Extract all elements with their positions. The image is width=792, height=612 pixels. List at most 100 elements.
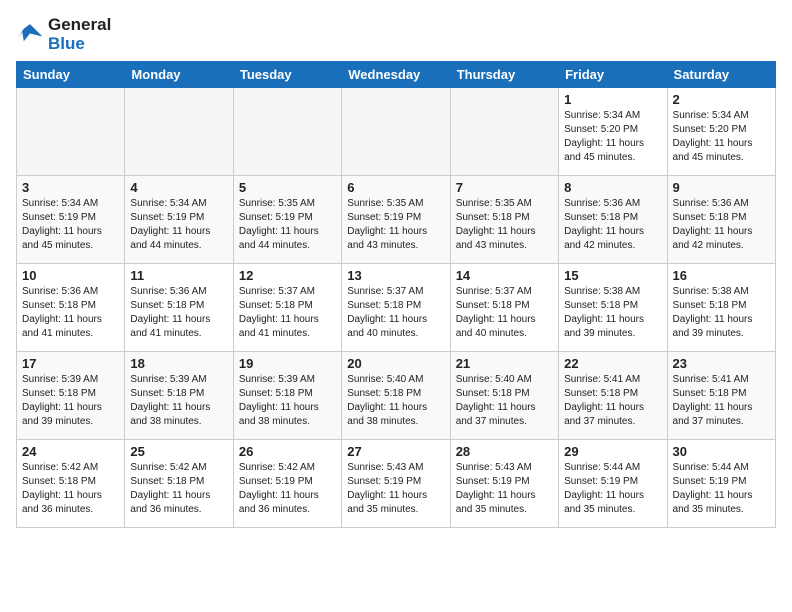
- calendar-cell: 30 Sunrise: 5:44 AM Sunset: 5:19 PM Dayli…: [667, 440, 775, 528]
- calendar-cell: 16 Sunrise: 5:38 AM Sunset: 5:18 PM Dayli…: [667, 264, 775, 352]
- day-info: Sunrise: 5:39 AM Sunset: 5:18 PM Dayligh…: [22, 373, 119, 429]
- day-info: Sunrise: 5:35 AM Sunset: 5:18 PM Dayligh…: [456, 197, 553, 253]
- calendar-cell: 10 Sunrise: 5:36 AM Sunset: 5:18 PM Dayli…: [17, 264, 125, 352]
- weekday-header-thursday: Thursday: [450, 62, 558, 88]
- calendar-cell: 11Sunrise: 5:36 AM Sunset: 5:18 PM Dayli…: [125, 264, 233, 352]
- day-number: 10: [22, 268, 119, 283]
- calendar-cell: [125, 88, 233, 176]
- day-number: 24: [22, 444, 119, 459]
- calendar-cell: [450, 88, 558, 176]
- day-number: 12: [239, 268, 336, 283]
- calendar-cell: 12 Sunrise: 5:37 AM Sunset: 5:18 PM Dayli…: [233, 264, 341, 352]
- day-number: 7: [456, 180, 553, 195]
- day-info: Sunrise: 5:37 AM Sunset: 5:18 PM Dayligh…: [347, 285, 444, 341]
- day-number: 28: [456, 444, 553, 459]
- day-info: Sunrise: 5:38 AM Sunset: 5:18 PM Dayligh…: [564, 285, 661, 341]
- day-info: Sunrise: 5:36 AM Sunset: 5:18 PM Dayligh…: [22, 285, 119, 341]
- logo-icon: [16, 21, 44, 49]
- day-number: 13: [347, 268, 444, 283]
- logo: General Blue: [16, 16, 111, 53]
- calendar-cell: 28 Sunrise: 5:43 AM Sunset: 5:19 PM Dayli…: [450, 440, 558, 528]
- day-number: 2: [673, 92, 770, 107]
- day-info: Sunrise: 5:38 AM Sunset: 5:18 PM Dayligh…: [673, 285, 770, 341]
- day-info: Sunrise: 5:37 AM Sunset: 5:18 PM Dayligh…: [239, 285, 336, 341]
- calendar-cell: 27 Sunrise: 5:43 AM Sunset: 5:19 PM Dayli…: [342, 440, 450, 528]
- day-info: Sunrise: 5:42 AM Sunset: 5:18 PM Dayligh…: [130, 461, 227, 517]
- day-number: 11: [130, 268, 227, 283]
- calendar-cell: 17 Sunrise: 5:39 AM Sunset: 5:18 PM Dayli…: [17, 352, 125, 440]
- day-number: 21: [456, 356, 553, 371]
- day-info: Sunrise: 5:40 AM Sunset: 5:18 PM Dayligh…: [347, 373, 444, 429]
- day-number: 15: [564, 268, 661, 283]
- calendar-table: SundayMondayTuesdayWednesdayThursdayFrid…: [16, 61, 776, 528]
- day-info: Sunrise: 5:34 AM Sunset: 5:20 PM Dayligh…: [673, 109, 770, 165]
- calendar-cell: [17, 88, 125, 176]
- day-info: Sunrise: 5:44 AM Sunset: 5:19 PM Dayligh…: [673, 461, 770, 517]
- day-number: 9: [673, 180, 770, 195]
- day-number: 3: [22, 180, 119, 195]
- day-info: Sunrise: 5:40 AM Sunset: 5:18 PM Dayligh…: [456, 373, 553, 429]
- day-number: 14: [456, 268, 553, 283]
- weekday-header-wednesday: Wednesday: [342, 62, 450, 88]
- calendar-cell: 24 Sunrise: 5:42 AM Sunset: 5:18 PM Dayli…: [17, 440, 125, 528]
- day-info: Sunrise: 5:41 AM Sunset: 5:18 PM Dayligh…: [564, 373, 661, 429]
- day-number: 30: [673, 444, 770, 459]
- day-info: Sunrise: 5:34 AM Sunset: 5:19 PM Dayligh…: [130, 197, 227, 253]
- day-info: Sunrise: 5:36 AM Sunset: 5:18 PM Dayligh…: [673, 197, 770, 253]
- calendar-cell: 2 Sunrise: 5:34 AM Sunset: 5:20 PM Daylig…: [667, 88, 775, 176]
- calendar-cell: 8 Sunrise: 5:36 AM Sunset: 5:18 PM Daylig…: [559, 176, 667, 264]
- calendar-cell: 18Sunrise: 5:39 AM Sunset: 5:18 PM Dayli…: [125, 352, 233, 440]
- calendar-cell: 6 Sunrise: 5:35 AM Sunset: 5:19 PM Daylig…: [342, 176, 450, 264]
- day-number: 20: [347, 356, 444, 371]
- calendar-cell: [233, 88, 341, 176]
- day-number: 29: [564, 444, 661, 459]
- day-number: 6: [347, 180, 444, 195]
- day-info: Sunrise: 5:43 AM Sunset: 5:19 PM Dayligh…: [347, 461, 444, 517]
- calendar-cell: 13 Sunrise: 5:37 AM Sunset: 5:18 PM Dayli…: [342, 264, 450, 352]
- day-number: 25: [130, 444, 227, 459]
- day-number: 1: [564, 92, 661, 107]
- day-info: Sunrise: 5:36 AM Sunset: 5:18 PM Dayligh…: [564, 197, 661, 253]
- calendar-cell: 5Sunrise: 5:35 AM Sunset: 5:19 PM Daylig…: [233, 176, 341, 264]
- day-number: 19: [239, 356, 336, 371]
- calendar-cell: 21 Sunrise: 5:40 AM Sunset: 5:18 PM Dayli…: [450, 352, 558, 440]
- calendar-cell: 23 Sunrise: 5:41 AM Sunset: 5:18 PM Dayli…: [667, 352, 775, 440]
- calendar-cell: 3 Sunrise: 5:34 AM Sunset: 5:19 PM Daylig…: [17, 176, 125, 264]
- weekday-header-friday: Friday: [559, 62, 667, 88]
- day-number: 16: [673, 268, 770, 283]
- calendar-cell: 19 Sunrise: 5:39 AM Sunset: 5:18 PM Dayli…: [233, 352, 341, 440]
- weekday-header-monday: Monday: [125, 62, 233, 88]
- day-info: Sunrise: 5:34 AM Sunset: 5:20 PM Dayligh…: [564, 109, 661, 165]
- day-info: Sunrise: 5:35 AM Sunset: 5:19 PM Dayligh…: [347, 197, 444, 253]
- weekday-header-saturday: Saturday: [667, 62, 775, 88]
- calendar-cell: 29 Sunrise: 5:44 AM Sunset: 5:19 PM Dayli…: [559, 440, 667, 528]
- weekday-header-tuesday: Tuesday: [233, 62, 341, 88]
- calendar-cell: 14 Sunrise: 5:37 AM Sunset: 5:18 PM Dayli…: [450, 264, 558, 352]
- day-number: 27: [347, 444, 444, 459]
- day-number: 8: [564, 180, 661, 195]
- day-number: 17: [22, 356, 119, 371]
- calendar-cell: 26 Sunrise: 5:42 AM Sunset: 5:19 PM Dayli…: [233, 440, 341, 528]
- day-info: Sunrise: 5:34 AM Sunset: 5:19 PM Dayligh…: [22, 197, 119, 253]
- day-number: 26: [239, 444, 336, 459]
- day-info: Sunrise: 5:37 AM Sunset: 5:18 PM Dayligh…: [456, 285, 553, 341]
- day-info: Sunrise: 5:39 AM Sunset: 5:18 PM Dayligh…: [239, 373, 336, 429]
- day-info: Sunrise: 5:44 AM Sunset: 5:19 PM Dayligh…: [564, 461, 661, 517]
- calendar-cell: 15 Sunrise: 5:38 AM Sunset: 5:18 PM Dayli…: [559, 264, 667, 352]
- day-number: 4: [130, 180, 227, 195]
- day-info: Sunrise: 5:43 AM Sunset: 5:19 PM Dayligh…: [456, 461, 553, 517]
- page-header: General Blue: [16, 16, 776, 53]
- day-number: 22: [564, 356, 661, 371]
- day-number: 23: [673, 356, 770, 371]
- day-number: 18: [130, 356, 227, 371]
- calendar-cell: 9 Sunrise: 5:36 AM Sunset: 5:18 PM Daylig…: [667, 176, 775, 264]
- day-info: Sunrise: 5:42 AM Sunset: 5:19 PM Dayligh…: [239, 461, 336, 517]
- day-info: Sunrise: 5:41 AM Sunset: 5:18 PM Dayligh…: [673, 373, 770, 429]
- day-number: 5: [239, 180, 336, 195]
- calendar-cell: 1 Sunrise: 5:34 AM Sunset: 5:20 PM Daylig…: [559, 88, 667, 176]
- calendar-cell: 22 Sunrise: 5:41 AM Sunset: 5:18 PM Dayli…: [559, 352, 667, 440]
- calendar-cell: 4 Sunrise: 5:34 AM Sunset: 5:19 PM Daylig…: [125, 176, 233, 264]
- calendar-cell: 25 Sunrise: 5:42 AM Sunset: 5:18 PM Dayli…: [125, 440, 233, 528]
- day-info: Sunrise: 5:42 AM Sunset: 5:18 PM Dayligh…: [22, 461, 119, 517]
- weekday-header-sunday: Sunday: [17, 62, 125, 88]
